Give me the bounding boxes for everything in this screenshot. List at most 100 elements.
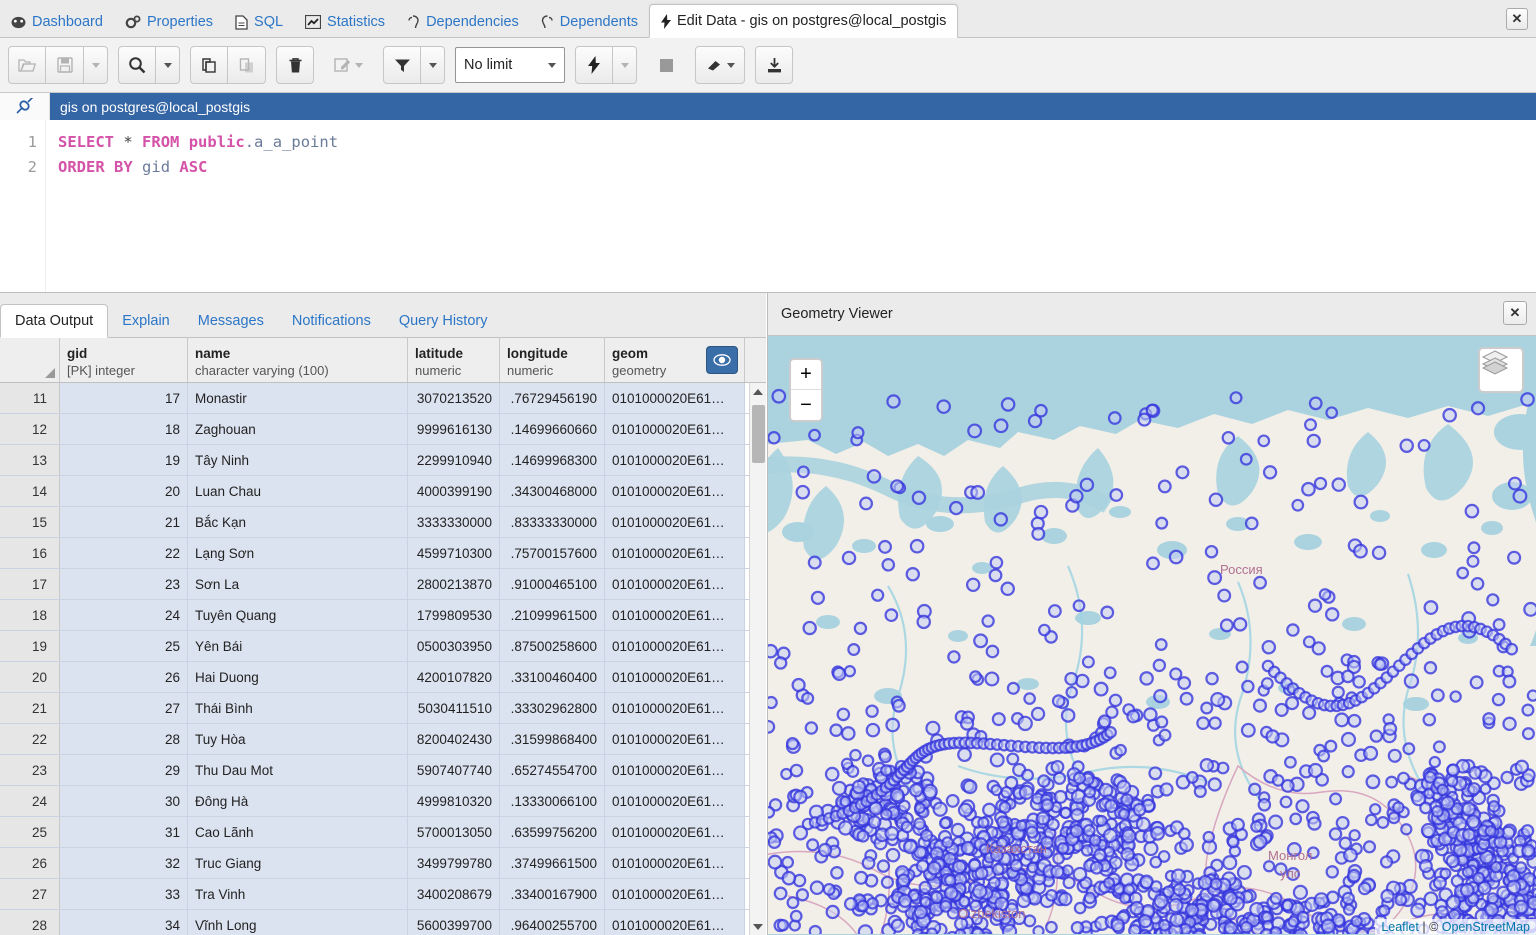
scroll-down-button[interactable] — [750, 918, 766, 935]
row-number-cell[interactable]: 22 — [0, 724, 60, 754]
cell-name[interactable]: Cao Lãnh — [188, 817, 408, 847]
column-header-geom[interactable]: geom geometry — [605, 338, 745, 382]
find-button[interactable] — [118, 46, 156, 84]
table-row[interactable]: 11 17 Monastir 3070213520.76729456190 010100… — [0, 383, 766, 414]
cell-gid[interactable]: 28 — [60, 724, 188, 754]
cell-geom[interactable]: 0101000020E61… — [605, 569, 745, 599]
row-number-cell[interactable]: 25 — [0, 817, 60, 847]
scroll-up-button[interactable] — [750, 383, 766, 400]
cell-longitude[interactable]: .33302962800 — [500, 693, 605, 723]
cell-latitude[interactable]: 8200402430 — [408, 724, 500, 754]
cell-name[interactable]: Bắc Kạn — [188, 507, 408, 537]
row-number-cell[interactable]: 27 — [0, 879, 60, 909]
row-number-cell[interactable]: 21 — [0, 693, 60, 723]
sql-code[interactable]: SELECT * FROM public.a_a_point ORDER BY … — [46, 120, 1536, 292]
cell-latitude[interactable]: 3400208679 — [408, 879, 500, 909]
cell-latitude[interactable]: 4200107820 — [408, 662, 500, 692]
connection-name[interactable]: gis on postgres@local_postgis — [50, 93, 1536, 120]
table-row[interactable]: 22 28 Tuy Hòa 8200402430.31599868400 0101000… — [0, 724, 766, 755]
row-number-cell[interactable]: 14 — [0, 476, 60, 506]
cell-name[interactable]: Đông Hà — [188, 786, 408, 816]
table-row[interactable]: 23 29 Thu Dau Mot 5907407740.65274554700 010… — [0, 755, 766, 786]
geometry-viewer-close-button[interactable]: ✕ — [1503, 301, 1527, 325]
row-number-cell[interactable]: 19 — [0, 631, 60, 661]
row-number-cell[interactable]: 20 — [0, 662, 60, 692]
tab-notifications[interactable]: Notifications — [278, 304, 385, 337]
cell-geom[interactable]: 0101000020E61… — [605, 538, 745, 568]
cell-gid[interactable]: 21 — [60, 507, 188, 537]
save-dropdown[interactable] — [84, 46, 108, 84]
zoom-in-button[interactable]: + — [791, 360, 821, 390]
delete-row-button[interactable] — [276, 46, 314, 84]
cell-longitude[interactable]: .14699660660 — [500, 414, 605, 444]
tab-dependents[interactable]: Dependents — [530, 7, 649, 37]
cell-gid[interactable]: 31 — [60, 817, 188, 847]
cell-geom[interactable]: 0101000020E61… — [605, 631, 745, 661]
cell-name[interactable]: Zaghouan — [188, 414, 408, 444]
cell-longitude[interactable]: .75700157600 — [500, 538, 605, 568]
row-number-cell[interactable]: 28 — [0, 910, 60, 935]
tab-sql[interactable]: SQL — [224, 7, 294, 37]
clear-button[interactable] — [695, 46, 745, 84]
row-limit-select[interactable]: No limit — [455, 47, 565, 83]
cell-latitude[interactable]: 1799809530 — [408, 600, 500, 630]
cell-geom[interactable]: 0101000020E61… — [605, 910, 745, 935]
column-header-gid[interactable]: gid [PK] integer — [60, 338, 188, 382]
cell-geom[interactable]: 0101000020E61… — [605, 600, 745, 630]
table-row[interactable]: 18 24 Tuyên Quang 1799809530.21099961500 010… — [0, 600, 766, 631]
cell-name[interactable]: Yên Bái — [188, 631, 408, 661]
column-header-longitude[interactable]: longitude numeric — [500, 338, 605, 382]
cell-geom[interactable]: 0101000020E61… — [605, 476, 745, 506]
close-window-button[interactable]: ✕ — [1506, 8, 1528, 30]
tab-explain[interactable]: Explain — [108, 304, 184, 337]
cell-latitude[interactable]: 3333330000 — [408, 507, 500, 537]
cell-geom[interactable]: 0101000020E61… — [605, 879, 745, 909]
view-geometry-button[interactable] — [706, 346, 738, 374]
table-row[interactable]: 14 20 Luan Chau 4000399190.34300468000 01010… — [0, 476, 766, 507]
cell-gid[interactable]: 17 — [60, 383, 188, 413]
column-header-latitude[interactable]: latitude numeric — [408, 338, 500, 382]
cell-latitude[interactable]: 9999616130 — [408, 414, 500, 444]
cell-gid[interactable]: 20 — [60, 476, 188, 506]
leaflet-link[interactable]: Leaflet — [1381, 920, 1419, 934]
cell-name[interactable]: Thu Dau Mot — [188, 755, 408, 785]
cell-name[interactable]: Tuyên Quang — [188, 600, 408, 630]
tab-dashboard[interactable]: Dashboard — [0, 7, 114, 37]
row-number-cell[interactable]: 15 — [0, 507, 60, 537]
cell-geom[interactable]: 0101000020E61… — [605, 817, 745, 847]
table-row[interactable]: 25 31 Cao Lãnh 5700013050.63599756200 010100… — [0, 817, 766, 848]
row-number-cell[interactable]: 16 — [0, 538, 60, 568]
cell-geom[interactable]: 0101000020E61… — [605, 383, 745, 413]
cell-longitude[interactable]: .14699968300 — [500, 445, 605, 475]
cell-longitude[interactable]: .31599868400 — [500, 724, 605, 754]
open-file-button[interactable] — [8, 46, 46, 84]
cell-name[interactable]: Monastir — [188, 383, 408, 413]
grid-vertical-scrollbar[interactable] — [749, 383, 766, 935]
table-row[interactable]: 20 26 Hai Duong 4200107820.33100460400 01010… — [0, 662, 766, 693]
cell-gid[interactable]: 32 — [60, 848, 188, 878]
table-row[interactable]: 16 22 Lạng Sơn 4599710300.75700157600 010100… — [0, 538, 766, 569]
cell-longitude[interactable]: .76729456190 — [500, 383, 605, 413]
save-file-button[interactable] — [46, 46, 84, 84]
download-csv-button[interactable] — [755, 46, 793, 84]
tab-data-output[interactable]: Data Output — [0, 304, 109, 338]
table-row[interactable]: 15 21 Bắc Kạn 3333330000.83333330000 0101000… — [0, 507, 766, 538]
copy-button[interactable] — [190, 46, 228, 84]
cell-longitude[interactable]: .96400255700 — [500, 910, 605, 935]
cell-longitude[interactable]: .83333330000 — [500, 507, 605, 537]
cell-geom[interactable]: 0101000020E61… — [605, 507, 745, 537]
row-number-cell[interactable]: 24 — [0, 786, 60, 816]
cell-gid[interactable]: 23 — [60, 569, 188, 599]
table-row[interactable]: 17 23 Sơn La 2800213870.91000465100 01010000… — [0, 569, 766, 600]
row-number-cell[interactable]: 26 — [0, 848, 60, 878]
cell-geom[interactable]: 0101000020E61… — [605, 445, 745, 475]
find-dropdown[interactable] — [156, 46, 180, 84]
tab-query-history[interactable]: Query History — [385, 304, 502, 337]
cell-name[interactable]: Luan Chau — [188, 476, 408, 506]
row-number-cell[interactable]: 11 — [0, 383, 60, 413]
cell-gid[interactable]: 29 — [60, 755, 188, 785]
cell-latitude[interactable]: 3070213520 — [408, 383, 500, 413]
cell-geom[interactable]: 0101000020E61… — [605, 693, 745, 723]
cell-latitude[interactable]: 5907407740 — [408, 755, 500, 785]
cell-longitude[interactable]: .37499661500 — [500, 848, 605, 878]
